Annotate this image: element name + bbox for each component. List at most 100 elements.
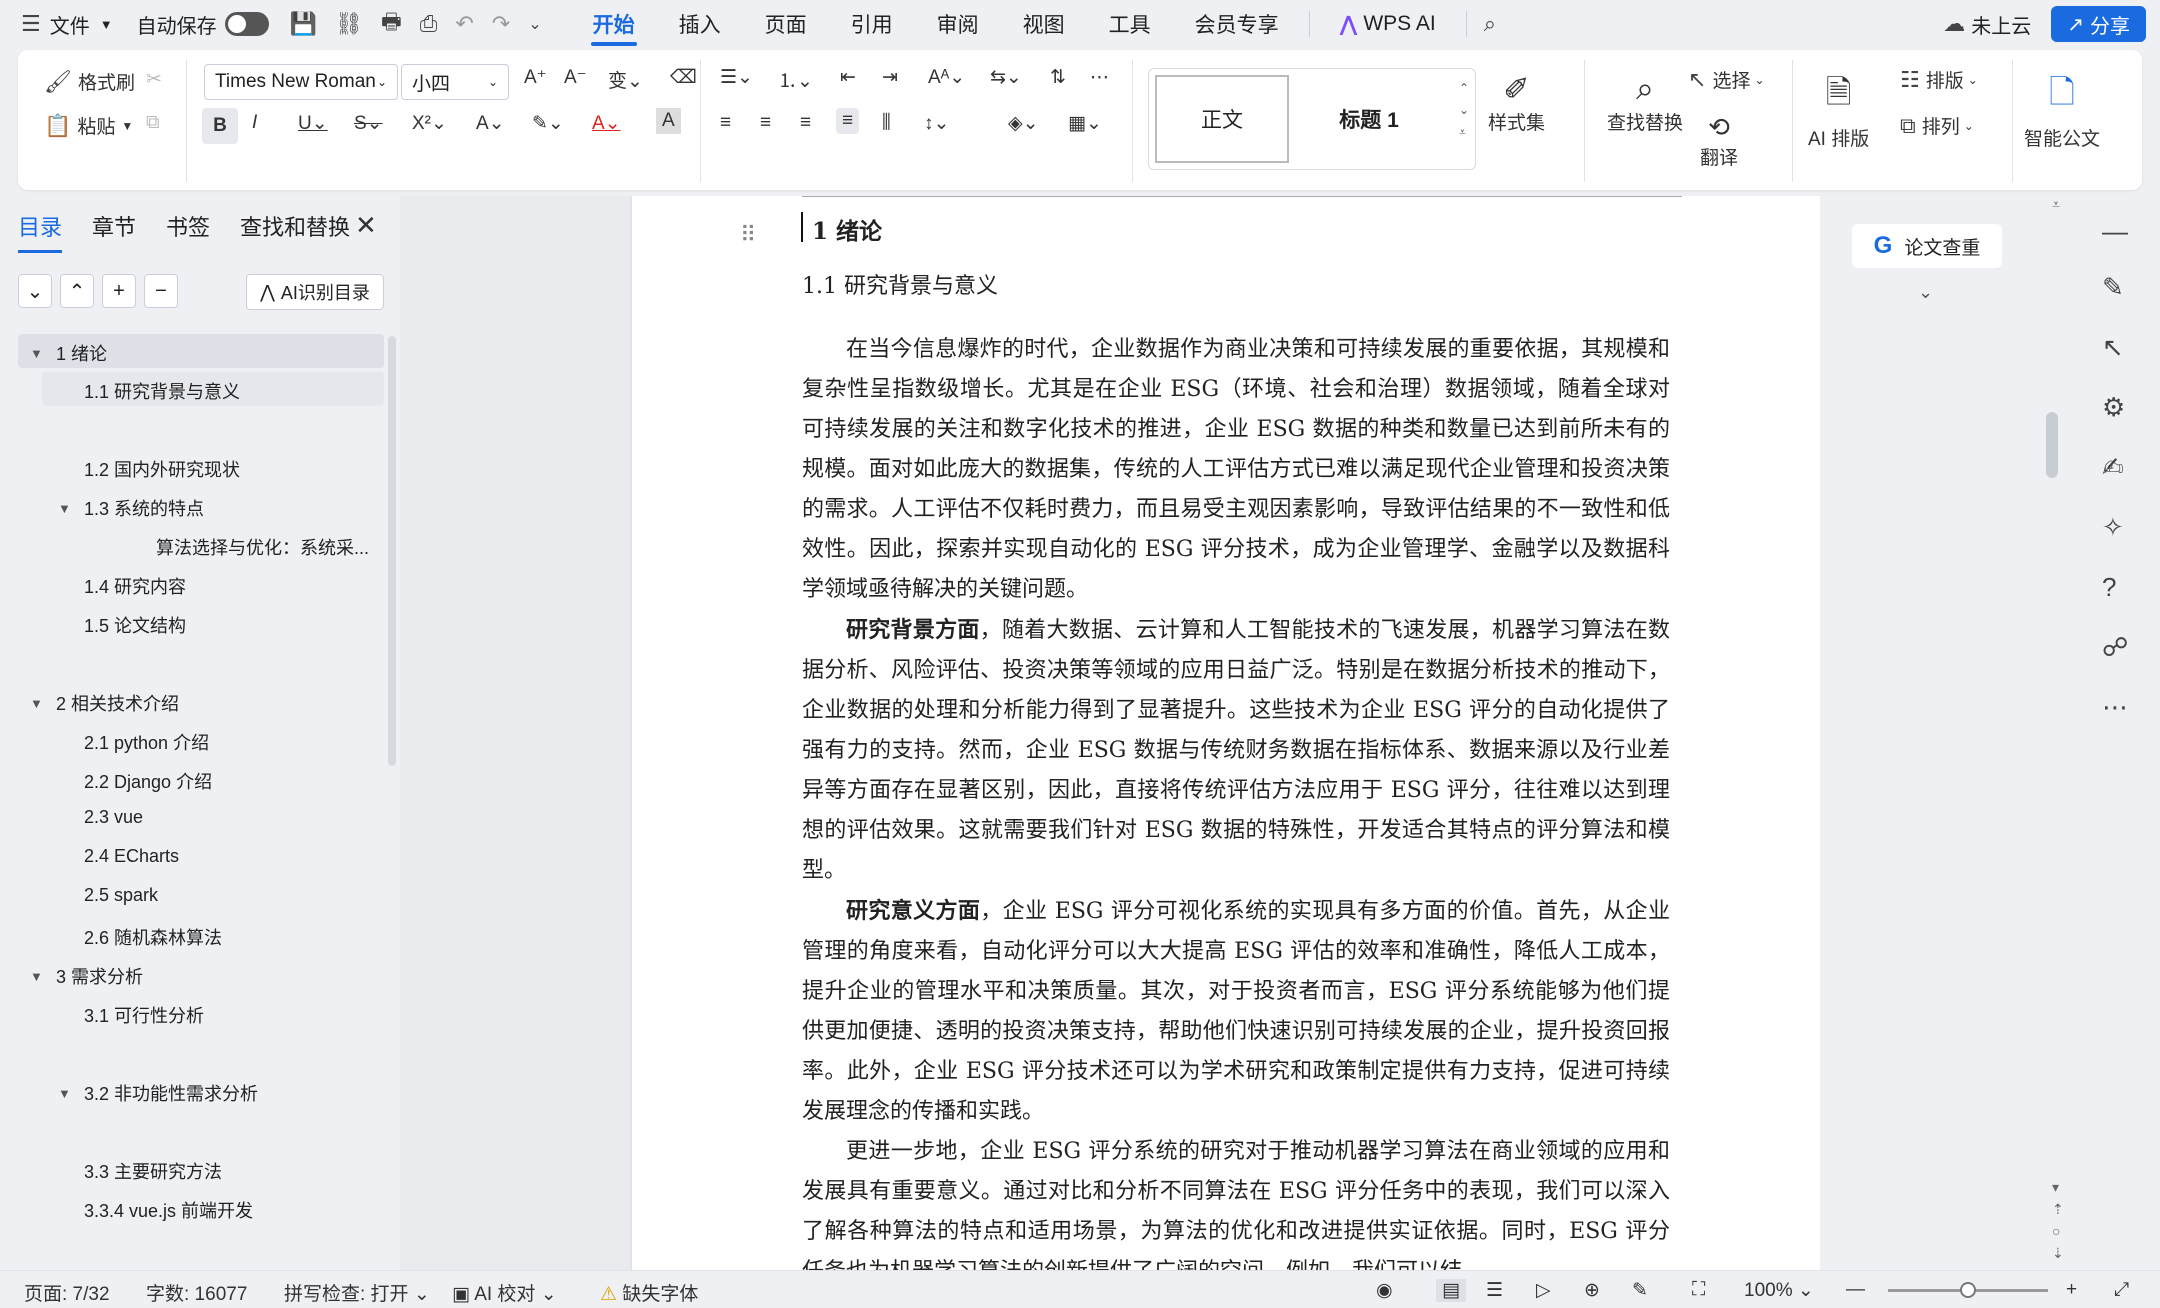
shading-icon[interactable]: ◈⌄	[1008, 112, 1039, 135]
cut-icon[interactable]: ✂	[146, 68, 162, 91]
web-view-icon[interactable]: ⊕	[1584, 1279, 1600, 1302]
tab-review[interactable]: 审阅	[915, 0, 1001, 48]
style-heading1[interactable]: 标题 1	[1299, 75, 1439, 163]
eye-icon[interactable]: ◉	[1376, 1279, 1393, 1302]
search-icon[interactable]: ⌕	[1475, 11, 1505, 37]
nav-tab-bookmarks[interactable]: 书签	[166, 210, 210, 253]
expand-triangle-icon[interactable]: ▼	[58, 1086, 84, 1101]
align-center-icon[interactable]: ≡	[760, 112, 771, 134]
spell-check[interactable]: 拼写检查: 打开 ⌄	[284, 1279, 430, 1306]
document-page[interactable]: ⠿ 1 绪论 1.1 研究背景与意义 在当今信息爆炸的时代，企业数据作为商业决策…	[632, 196, 1820, 1270]
missing-font-button[interactable]: ⚠ 缺失字体	[600, 1279, 698, 1306]
toc-item[interactable]: 1.5 论文结构	[84, 612, 186, 638]
ai-layout-button[interactable]: 🗎 AI 排版	[1808, 70, 1869, 151]
align-left-icon[interactable]: ≡	[720, 112, 731, 134]
nav-tab-find[interactable]: 查找和替换	[240, 210, 350, 253]
more-icon[interactable]: ⋯	[2102, 692, 2128, 723]
show-marks-icon[interactable]: ⋯	[1090, 66, 1109, 89]
cloud-status[interactable]: ☁ 未上云	[1931, 0, 2043, 48]
toc-item[interactable]: ▼ 3 需求分析	[30, 963, 143, 989]
paper-check-button[interactable]: G 论文查重	[1852, 224, 2002, 268]
heading-2[interactable]: 1.1 研究背景与意义	[802, 268, 998, 300]
increase-indent-icon[interactable]: ⇥	[882, 66, 898, 89]
ai-proof-button[interactable]: ▣ AI 校对 ⌄	[452, 1279, 557, 1306]
justify-icon[interactable]: ≡	[836, 108, 860, 134]
nav-scrollbar[interactable]	[388, 336, 396, 766]
translate-button[interactable]: ⟲ 翻译	[1700, 112, 1738, 170]
heading-1[interactable]: 1 绪论	[812, 212, 882, 246]
tab-member[interactable]: 会员专享	[1173, 0, 1301, 48]
zoom-in-icon[interactable]: +	[2066, 1279, 2077, 1301]
toc-item[interactable]: 2.2 Django 介绍	[84, 768, 212, 794]
toc-item[interactable]: 2.3 vue	[84, 807, 143, 828]
bullet-list-icon[interactable]: ☰⌄	[720, 66, 753, 89]
outline-view-icon[interactable]: ☰	[1486, 1279, 1503, 1302]
clear-format-icon[interactable]: ⌫	[670, 66, 697, 89]
format-painter-button[interactable]: 🖌 格式刷	[44, 68, 135, 95]
underline-button[interactable]: U⌄	[298, 112, 328, 135]
save-icon[interactable]: 💾	[281, 11, 326, 37]
collapse-up-button[interactable]: ⌃	[60, 274, 94, 308]
zoom-out-icon[interactable]: —	[1846, 1279, 1865, 1301]
toc-item[interactable]: 1.4 研究内容	[84, 573, 186, 599]
link-icon[interactable]: ⛓	[326, 11, 372, 37]
print-preview-icon[interactable]: ⎙	[411, 11, 447, 37]
undo-icon[interactable]: ↶	[446, 11, 482, 37]
text-direction-icon[interactable]: ⇆⌄	[990, 66, 1022, 89]
toc-item[interactable]: 1.2 国内外研究现状	[84, 456, 240, 482]
tab-view[interactable]: 视图	[1001, 0, 1087, 48]
align-right-icon[interactable]: ≡	[800, 112, 811, 134]
numbered-list-icon[interactable]: ⒈⌄	[778, 66, 813, 93]
page-nav-icon[interactable]: ▾ ⇡ ○ ⇣	[2052, 1176, 2064, 1264]
tab-page[interactable]: 页面	[743, 0, 829, 48]
paragraph[interactable]: 研究意义方面，企业 ESG 评分可视化系统的实现具有多方面的价值。首先，从企业管…	[802, 891, 1670, 1132]
autosave-toggle[interactable]	[224, 12, 269, 36]
paragraph[interactable]: 研究背景方面，随着大数据、云计算和人工智能技术的飞速发展，机器学习算法在数据分析…	[802, 610, 1670, 891]
toc-item[interactable]: 3.3.4 vue.js 前端开发	[84, 1197, 253, 1223]
collapse-down-button[interactable]: ⌄	[18, 274, 52, 308]
minimize-icon[interactable]: —	[2102, 216, 2128, 247]
toc-item[interactable]: 2.5 spark	[84, 885, 158, 906]
grow-font-icon[interactable]: A⁺	[524, 66, 547, 89]
autosave[interactable]: 自动保存	[125, 0, 281, 48]
fit-page-icon[interactable]: ⛶	[1692, 1279, 1705, 1301]
add-heading-button[interactable]: +	[102, 274, 136, 308]
text-effect-button[interactable]: A⌄	[476, 112, 505, 135]
smart-doc-button[interactable]: 🗋 智能公文	[2024, 70, 2100, 151]
toc-item[interactable]: 2.4 ECharts	[84, 846, 179, 867]
file-menu[interactable]: ☰ 文件 ▼	[0, 0, 125, 48]
share-button[interactable]: ↗ 分享	[2051, 6, 2146, 42]
document-scrollbar-thumb[interactable]	[2046, 412, 2058, 478]
pointer-icon[interactable]: ↖	[2102, 332, 2124, 363]
toc-item[interactable]: 2.1 python 介绍	[84, 729, 209, 755]
pen-icon[interactable]: ✎	[2102, 272, 2124, 303]
page-view-icon[interactable]: ▤	[1436, 1279, 1466, 1302]
expand-triangle-icon[interactable]: ▼	[30, 969, 56, 984]
tools-icon[interactable]: ✧	[2102, 512, 2124, 543]
print-icon[interactable]: 🖶	[372, 5, 411, 43]
bold-button[interactable]: B	[202, 108, 238, 144]
close-icon[interactable]: ✕	[355, 210, 377, 241]
ai-writing-icon[interactable]: ✍	[2102, 452, 2124, 483]
fullscreen-icon[interactable]: ⤢	[2114, 1279, 2129, 1301]
word-count[interactable]: 字数: 16077	[146, 1279, 247, 1306]
zoom-slider-knob[interactable]	[1960, 1282, 1976, 1298]
play-icon[interactable]: ▷	[1536, 1279, 1551, 1302]
remove-heading-button[interactable]: −	[144, 274, 178, 308]
style-normal[interactable]: 正文	[1155, 75, 1289, 163]
arrange-button[interactable]: ⧉ 排列 ⌄	[1900, 112, 1974, 139]
ai-toc-button[interactable]: ⋀ AI识别目录	[246, 274, 384, 310]
tab-insert[interactable]: 插入	[657, 0, 743, 48]
chevron-down-icon[interactable]: ⌄	[1918, 282, 1933, 303]
char-spacing-icon[interactable]: Aᴬ⌄	[928, 66, 965, 89]
line-spacing-icon[interactable]: ↕⌄	[924, 112, 949, 135]
page-indicator[interactable]: 页面: 7/32	[24, 1279, 110, 1306]
toc-item[interactable]: ▼ 1 绪论	[30, 340, 107, 366]
toc-item[interactable]: ▼ 1.3 系统的特点	[58, 495, 204, 521]
sort-icon[interactable]: ⇅	[1050, 66, 1066, 89]
expand-triangle-icon[interactable]: ▼	[30, 696, 56, 711]
adjust-icon[interactable]: ⚙	[2102, 392, 2125, 423]
italic-button[interactable]: I	[252, 112, 257, 134]
shrink-font-icon[interactable]: A⁻	[564, 66, 587, 89]
paste-button[interactable]: 📋 粘贴 ▼	[44, 112, 133, 139]
